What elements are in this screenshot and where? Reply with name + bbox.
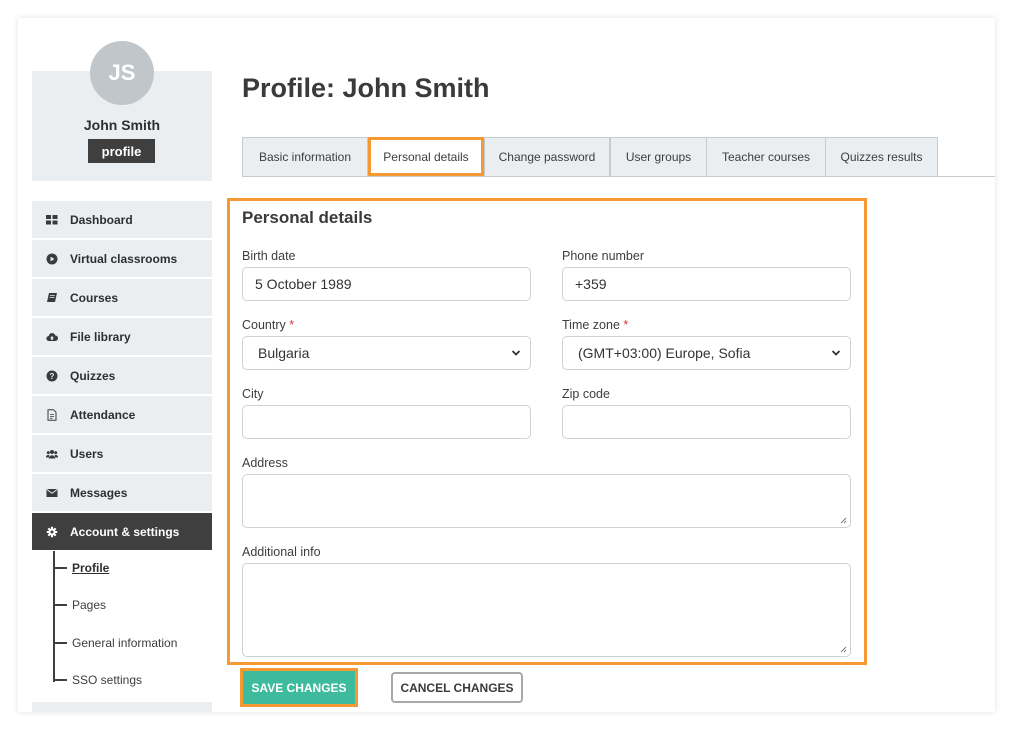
- tab-basic-information[interactable]: Basic information: [242, 137, 368, 177]
- profile-badge[interactable]: profile: [88, 139, 155, 163]
- svg-text:?: ?: [50, 372, 55, 381]
- tab-personal-details[interactable]: Personal details: [368, 137, 484, 176]
- sidebar-item-label: Courses: [70, 290, 119, 305]
- tree-branch: [53, 604, 67, 606]
- avatar: JS: [90, 41, 154, 105]
- book-icon: [46, 292, 58, 304]
- subnav-item-profile[interactable]: Profile: [53, 558, 109, 578]
- document-icon: [46, 408, 58, 421]
- sidebar-item-courses[interactable]: Courses: [32, 279, 212, 316]
- resize-handle-icon[interactable]: [839, 645, 847, 653]
- subnav-label: Profile: [72, 561, 110, 575]
- subnav-label: General information: [72, 636, 178, 650]
- country-value: Bulgaria: [258, 345, 310, 361]
- personal-details-section: Personal details Birth date Phone number…: [227, 198, 867, 665]
- label-text: Country: [242, 318, 286, 332]
- address-label: Address: [242, 456, 288, 470]
- address-textarea[interactable]: [242, 474, 851, 528]
- sidebar-item-label: File library: [70, 329, 131, 344]
- tree-branch: [53, 642, 67, 644]
- profile-tabs: Basic information Personal details Chang…: [242, 137, 995, 177]
- additional-info-textarea[interactable]: [242, 563, 851, 657]
- sidebar-item-label: Account & settings: [70, 524, 180, 539]
- subnav-item-general-information[interactable]: General information: [53, 633, 177, 653]
- tab-user-groups[interactable]: User groups: [610, 137, 707, 177]
- save-changes-button[interactable]: SAVE CHANGES: [243, 671, 355, 704]
- country-select[interactable]: Bulgaria: [242, 336, 531, 370]
- sidebar-item-label: Dashboard: [70, 212, 133, 227]
- sidebar-item-messages[interactable]: Messages: [32, 474, 212, 511]
- subnav-label: Pages: [72, 598, 107, 612]
- subnav-label: SSO settings: [72, 673, 143, 687]
- subnav-item-sso-settings[interactable]: SSO settings: [53, 670, 142, 690]
- timezone-value: (GMT+03:00) Europe, Sofia: [578, 345, 751, 361]
- sidebar-item-label: Messages: [70, 485, 128, 500]
- tree-branch: [53, 679, 67, 681]
- sidebar-item-label: Attendance: [70, 407, 136, 422]
- sidebar-item-account-settings[interactable]: Account & settings: [32, 513, 212, 550]
- profile-name: John Smith: [83, 117, 161, 133]
- tree-branch: [53, 567, 67, 569]
- required-mark: *: [289, 318, 295, 332]
- chevron-down-icon: [511, 350, 521, 356]
- page-card: JS John Smith profile Dashboard Virtual …: [18, 18, 995, 712]
- phone-number-input[interactable]: [562, 267, 851, 301]
- label-text: Time zone: [562, 318, 620, 332]
- page-title: Profile: John Smith: [242, 73, 490, 103]
- sidebar-item-file-library[interactable]: File library: [32, 318, 212, 355]
- tab-change-password[interactable]: Change password: [484, 137, 610, 177]
- resize-handle-icon[interactable]: [839, 516, 847, 524]
- sidebar-footer: [32, 702, 212, 712]
- additional-info-label: Additional info: [242, 545, 321, 559]
- section-title: Personal details: [242, 208, 373, 227]
- subnav-item-pages[interactable]: Pages: [53, 595, 106, 615]
- tab-label: Personal details: [383, 149, 469, 164]
- settings-subnav: Profile Pages General information SSO se…: [32, 551, 212, 701]
- sidebar-item-virtual-classrooms[interactable]: Virtual classrooms: [32, 240, 212, 277]
- sidebar-nav: Dashboard Virtual classrooms Courses Fil…: [32, 201, 212, 552]
- zip-code-input[interactable]: [562, 405, 851, 439]
- zip-code-label: Zip code: [562, 387, 610, 401]
- sidebar-item-users[interactable]: Users: [32, 435, 212, 472]
- save-button-highlight: SAVE CHANGES: [240, 668, 358, 707]
- timezone-label: Time zone *: [562, 318, 628, 332]
- tab-label: Change password: [498, 150, 596, 164]
- birth-date-input[interactable]: [242, 267, 531, 301]
- sidebar-item-label: Users: [70, 446, 104, 461]
- phone-number-label: Phone number: [562, 249, 645, 263]
- envelope-icon: [46, 487, 58, 499]
- required-mark: *: [623, 318, 629, 332]
- tab-label: User groups: [625, 150, 692, 164]
- timezone-select[interactable]: (GMT+03:00) Europe, Sofia: [562, 336, 851, 370]
- sidebar-item-label: Virtual classrooms: [70, 251, 178, 266]
- cloud-upload-icon: [46, 331, 58, 343]
- birth-date-label: Birth date: [242, 249, 296, 263]
- play-circle-icon: [46, 253, 58, 265]
- tab-teacher-courses[interactable]: Teacher courses: [706, 137, 826, 177]
- city-input[interactable]: [242, 405, 531, 439]
- dashboard-icon: [46, 214, 58, 226]
- question-circle-icon: ?: [46, 370, 58, 382]
- sidebar-item-dashboard[interactable]: Dashboard: [32, 201, 212, 238]
- gear-icon: [46, 526, 58, 538]
- sidebar-item-quizzes[interactable]: ? Quizzes: [32, 357, 212, 394]
- chevron-down-icon: [831, 350, 841, 356]
- sidebar-item-label: Quizzes: [70, 368, 116, 383]
- tab-label: Basic information: [258, 150, 352, 164]
- tab-label: Quizzes results: [840, 150, 923, 164]
- cancel-changes-button[interactable]: CANCEL CHANGES: [391, 672, 523, 703]
- country-label: Country *: [242, 318, 294, 332]
- sidebar-item-attendance[interactable]: Attendance: [32, 396, 212, 433]
- tab-label: Teacher courses: [721, 150, 811, 164]
- users-icon: [46, 448, 58, 460]
- city-label: City: [242, 387, 264, 401]
- tab-quizzes-results[interactable]: Quizzes results: [825, 137, 938, 177]
